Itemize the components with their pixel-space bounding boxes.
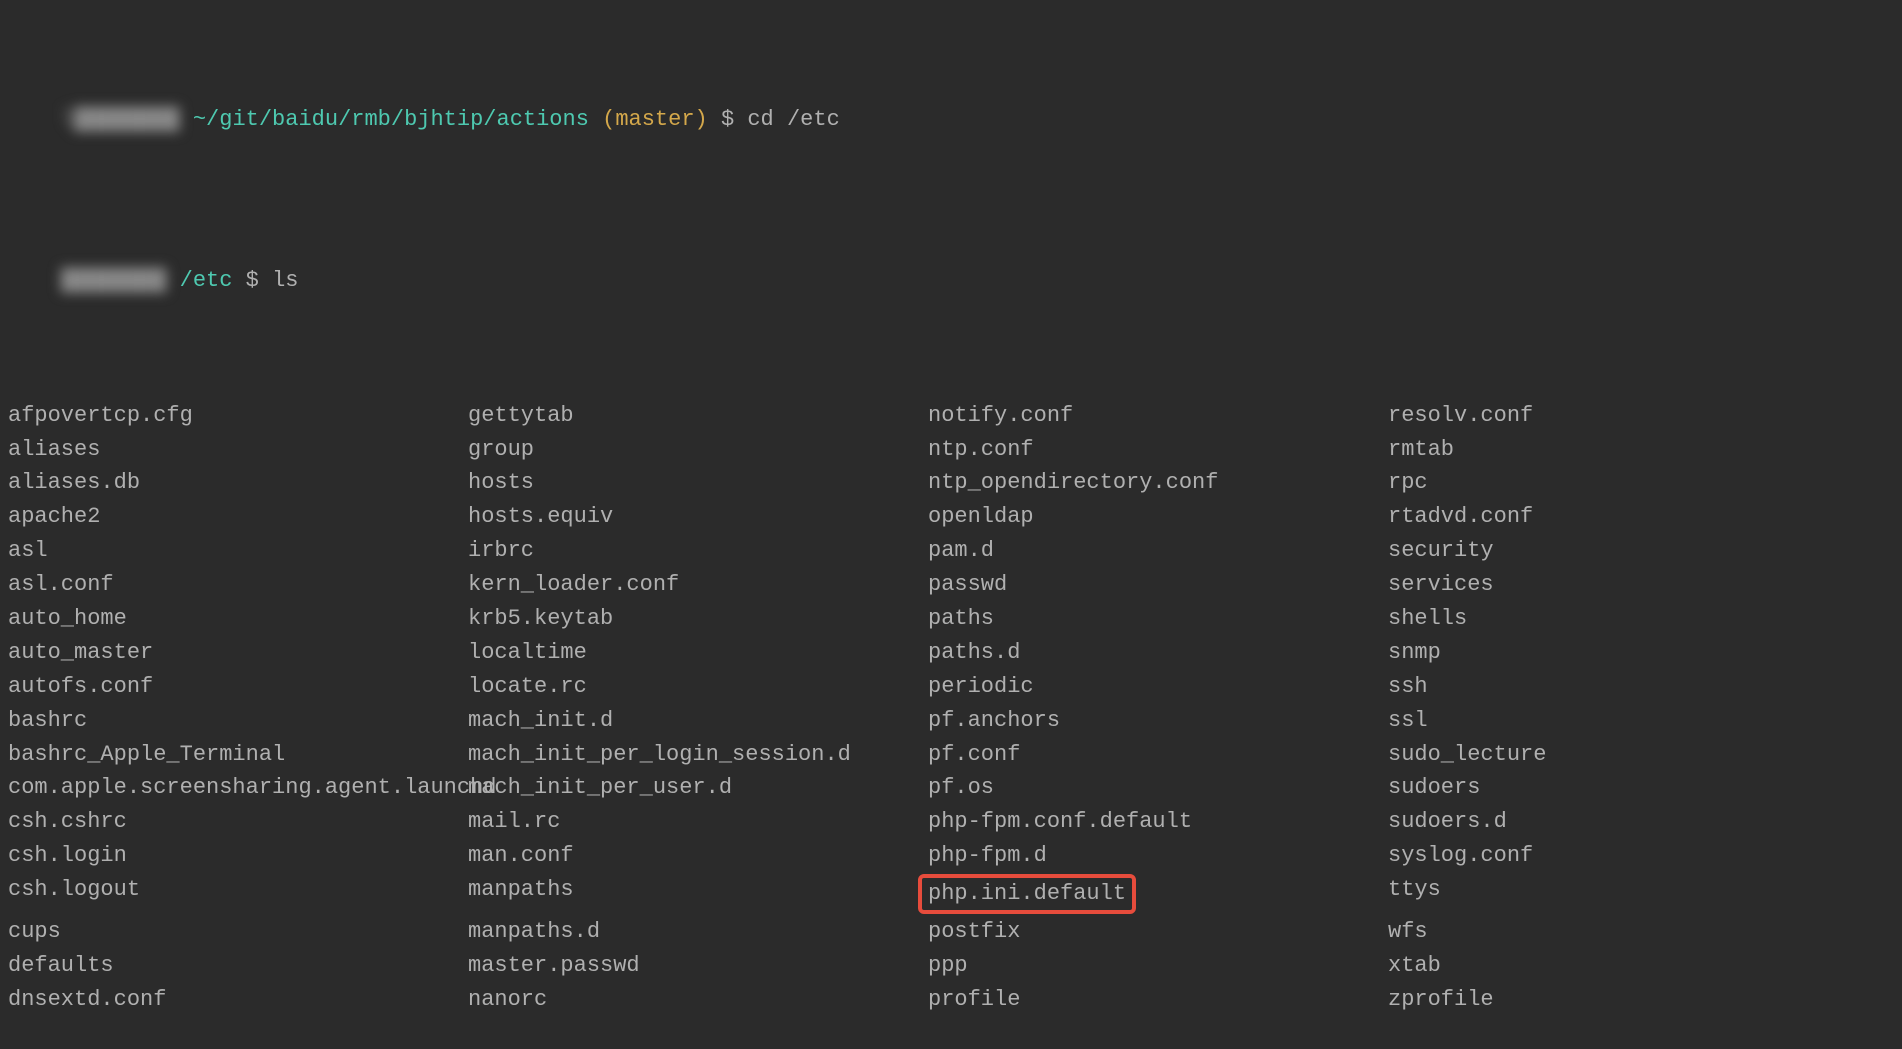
file-item: dnsextd.conf <box>8 983 468 1017</box>
file-item: paths.d <box>928 636 1388 670</box>
file-item: rtadvd.conf <box>1388 500 1894 534</box>
file-item: group <box>468 433 928 467</box>
file-item: services <box>1388 568 1894 602</box>
file-item: pam.d <box>928 534 1388 568</box>
file-item: zprofile <box>1388 983 1894 1017</box>
file-item: profile <box>928 983 1388 1017</box>
file-item: auto_master <box>8 636 468 670</box>
file-item: autofs.conf <box>8 670 468 704</box>
file-item: php-fpm.conf.default <box>928 805 1388 839</box>
ls-output: afpovertcp.cfgaliasesaliases.dbapache2as… <box>8 399 1894 1017</box>
file-item: periodic <box>928 670 1388 704</box>
file-item: ntp.conf <box>928 433 1388 467</box>
file-item: csh.logout <box>8 873 468 915</box>
file-item: auto_home <box>8 602 468 636</box>
file-item: xtab <box>1388 949 1894 983</box>
file-item: asl <box>8 534 468 568</box>
file-item: kern_loader.conf <box>468 568 928 602</box>
file-item: paths <box>928 602 1388 636</box>
prompt-line-2: ████████ /etc $ ls <box>8 233 1894 329</box>
file-item: passwd <box>928 568 1388 602</box>
file-item: aliases.db <box>8 466 468 500</box>
file-item: wfs <box>1388 915 1894 949</box>
file-item: apache2 <box>8 500 468 534</box>
file-item: snmp <box>1388 636 1894 670</box>
command-2: ls <box>272 268 298 293</box>
file-item: pf.anchors <box>928 704 1388 738</box>
file-item: shells <box>1388 602 1894 636</box>
terminal-output: l████████ ~/git/baidu/rmb/bjhtip/actions… <box>8 8 1894 1049</box>
file-item: notify.conf <box>928 399 1388 433</box>
file-item: mach_init.d <box>468 704 928 738</box>
user-host-2: ████████ <box>61 268 167 293</box>
file-item: resolv.conf <box>1388 399 1894 433</box>
file-item: csh.login <box>8 839 468 873</box>
file-item: afpovertcp.cfg <box>8 399 468 433</box>
file-item: ttys <box>1388 873 1894 915</box>
path-1: ~/git/baidu/rmb/bjhtip/actions <box>193 107 589 132</box>
highlighted-file: php.ini.default <box>918 874 1136 914</box>
file-item: master.passwd <box>468 949 928 983</box>
file-item: manpaths.d <box>468 915 928 949</box>
file-item: syslog.conf <box>1388 839 1894 873</box>
file-item: pf.os <box>928 771 1388 805</box>
file-item: rpc <box>1388 466 1894 500</box>
file-item: localtime <box>468 636 928 670</box>
file-item: mach_init_per_user.d <box>468 771 928 805</box>
file-item: asl.conf <box>8 568 468 602</box>
file-item: man.conf <box>468 839 928 873</box>
file-item: krb5.keytab <box>468 602 928 636</box>
file-item: irbrc <box>468 534 928 568</box>
file-item: openldap <box>928 500 1388 534</box>
file-item: com.apple.screensharing.agent.launchd <box>8 771 468 805</box>
file-item: rmtab <box>1388 433 1894 467</box>
file-item: sudoers.d <box>1388 805 1894 839</box>
file-item: sudo_lecture <box>1388 738 1894 772</box>
prompt-line-1: l████████ ~/git/baidu/rmb/bjhtip/actions… <box>8 72 1894 168</box>
file-item: ssh <box>1388 670 1894 704</box>
file-item: security <box>1388 534 1894 568</box>
file-item: pf.conf <box>928 738 1388 772</box>
file-item: aliases <box>8 433 468 467</box>
file-item: nanorc <box>468 983 928 1017</box>
file-item: hosts <box>468 466 928 500</box>
file-item: ssl <box>1388 704 1894 738</box>
file-item: cups <box>8 915 468 949</box>
file-item: ntp_opendirectory.conf <box>928 466 1388 500</box>
file-item: bashrc_Apple_Terminal <box>8 738 468 772</box>
prompt-symbol-1: $ <box>721 107 734 132</box>
file-item: ppp <box>928 949 1388 983</box>
file-item: manpaths <box>468 873 928 915</box>
file-item: mail.rc <box>468 805 928 839</box>
prompt-symbol-2: $ <box>246 268 259 293</box>
file-item: hosts.equiv <box>468 500 928 534</box>
file-item: locate.rc <box>468 670 928 704</box>
file-item: mach_init_per_login_session.d <box>468 738 928 772</box>
file-item: php-fpm.d <box>928 839 1388 873</box>
git-branch: (master) <box>602 107 708 132</box>
file-item: php.ini.default <box>928 873 1388 915</box>
file-item: gettytab <box>468 399 928 433</box>
file-item: sudoers <box>1388 771 1894 805</box>
command-1: cd /etc <box>747 107 839 132</box>
file-item: bashrc <box>8 704 468 738</box>
file-item: defaults <box>8 949 468 983</box>
user-host-1: l████████ <box>61 107 180 132</box>
file-item: csh.cshrc <box>8 805 468 839</box>
file-item: postfix <box>928 915 1388 949</box>
path-2: /etc <box>180 268 233 293</box>
